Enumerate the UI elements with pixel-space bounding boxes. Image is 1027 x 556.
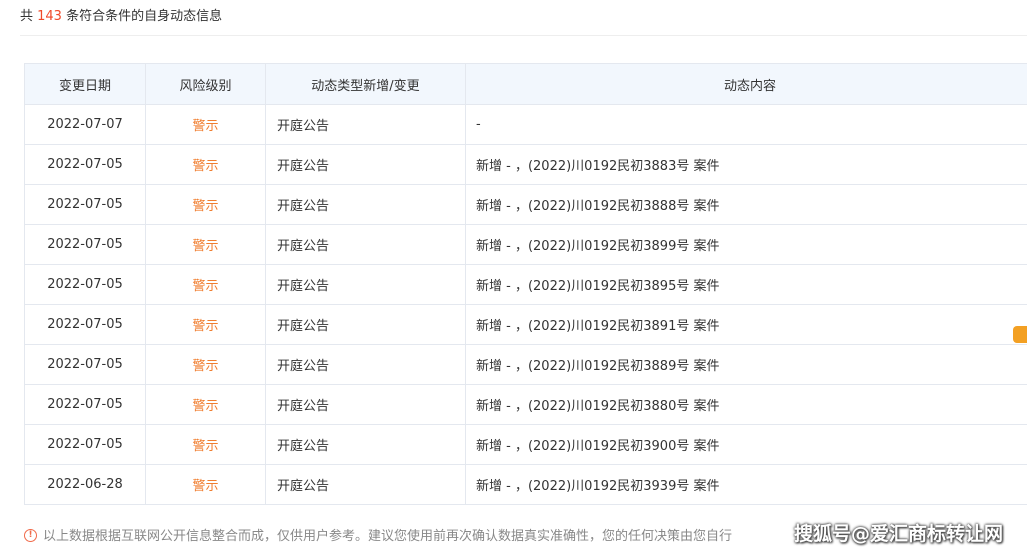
cell-change-date: 2022-07-05 <box>24 224 146 265</box>
header-dynamic-type: 动态类型新增/变更 <box>265 63 466 105</box>
cell-change-date: 2022-07-05 <box>24 304 146 345</box>
cell-change-date: 2022-07-05 <box>24 424 146 465</box>
cell-dynamic-content: 新增 - ，(2022)川0192民初3888号 案件 <box>465 184 1027 225</box>
cell-dynamic-content: 新增 - ，(2022)川0192民初3880号 案件 <box>465 384 1027 425</box>
cell-dynamic-type: 开庭公告 <box>265 224 466 265</box>
summary-suffix: 条符合条件的自身动态信息 <box>61 9 223 24</box>
cell-dynamic-content: 新增 - ，(2022)川0192民初3939号 案件 <box>465 464 1027 505</box>
cell-risk-level: 警示 <box>145 104 266 145</box>
cell-risk-level: 警示 <box>145 264 266 305</box>
header-change-date: 变更日期 <box>24 63 146 105</box>
cell-dynamic-content: 新增 - ，(2022)川0192民初3899号 案件 <box>465 224 1027 265</box>
cell-dynamic-type: 开庭公告 <box>265 344 466 385</box>
cell-dynamic-content: 新增 - ，(2022)川0192民初3895号 案件 <box>465 264 1027 305</box>
cell-dynamic-type: 开庭公告 <box>265 424 466 465</box>
cell-dynamic-content: 新增 - ，(2022)川0192民初3900号 案件 <box>465 424 1027 465</box>
table-header-row: 变更日期 风险级别 动态类型新增/变更 动态内容 <box>24 63 1027 105</box>
warning-circle-icon: ! <box>24 529 37 542</box>
cell-risk-level: 警示 <box>145 464 266 505</box>
table-row: 2022-07-05 警示 开庭公告 新增 - ，(2022)川0192民初3889号… <box>24 344 1027 385</box>
cell-change-date: 2022-07-05 <box>24 144 146 185</box>
side-float-tab[interactable] <box>1013 326 1027 343</box>
watermark: 搜狐号@爱汇商标转让网 <box>793 523 1003 545</box>
cell-dynamic-type: 开庭公告 <box>265 104 466 145</box>
cell-dynamic-type: 开庭公告 <box>265 304 466 345</box>
cell-change-date: 2022-07-05 <box>24 384 146 425</box>
result-summary: 共 143 条符合条件的自身动态信息 <box>20 0 1027 36</box>
table-row: 2022-07-05 警示 开庭公告 新增 - ，(2022)川0192民初3891号… <box>24 304 1027 345</box>
table-row: 2022-07-05 警示 开庭公告 新增 - ，(2022)川0192民初3888号… <box>24 184 1027 225</box>
cell-change-date: 2022-07-05 <box>24 344 146 385</box>
cell-dynamic-type: 开庭公告 <box>265 464 466 505</box>
cell-dynamic-content: 新增 - ，(2022)川0192民初3891号 案件 <box>465 304 1027 345</box>
cell-dynamic-content: - <box>465 104 1027 145</box>
cell-change-date: 2022-07-05 <box>24 184 146 225</box>
cell-dynamic-type: 开庭公告 <box>265 384 466 425</box>
cell-dynamic-type: 开庭公告 <box>265 184 466 225</box>
cell-change-date: 2022-06-28 <box>24 464 146 505</box>
table-row: 2022-06-28 警示 开庭公告 新增 - ，(2022)川0192民初3939号… <box>24 464 1027 505</box>
table-row: 2022-07-05 警示 开庭公告 新增 - ，(2022)川0192民初3880号… <box>24 384 1027 425</box>
table-row: 2022-07-05 警示 开庭公告 新增 - ，(2022)川0192民初3899号… <box>24 224 1027 265</box>
cell-dynamic-content: 新增 - ，(2022)川0192民初3883号 案件 <box>465 144 1027 185</box>
dynamics-table-container: 变更日期 风险级别 动态类型新增/变更 动态内容 2022-07-07 警示 开庭公… <box>24 63 1027 505</box>
header-dynamic-content: 动态内容 <box>465 63 1027 105</box>
cell-change-date: 2022-07-07 <box>24 104 146 145</box>
table-row: 2022-07-05 警示 开庭公告 新增 - ，(2022)川0192民初3895号… <box>24 264 1027 305</box>
cell-dynamic-type: 开庭公告 <box>265 144 466 185</box>
result-count: 143 <box>37 9 62 24</box>
cell-risk-level: 警示 <box>145 384 266 425</box>
cell-risk-level: 警示 <box>145 424 266 465</box>
table-row: 2022-07-05 警示 开庭公告 新增 - ，(2022)川0192民初3900号… <box>24 424 1027 465</box>
cell-risk-level: 警示 <box>145 304 266 345</box>
cell-change-date: 2022-07-05 <box>24 264 146 305</box>
cell-risk-level: 警示 <box>145 144 266 185</box>
cell-dynamic-content: 新增 - ，(2022)川0192民初3889号 案件 <box>465 344 1027 385</box>
cell-risk-level: 警示 <box>145 344 266 385</box>
cell-dynamic-type: 开庭公告 <box>265 264 466 305</box>
cell-risk-level: 警示 <box>145 224 266 265</box>
table-row: 2022-07-07 警示 开庭公告 - <box>24 104 1027 145</box>
header-risk-level: 风险级别 <box>145 63 266 105</box>
dynamics-table: 变更日期 风险级别 动态类型新增/变更 动态内容 2022-07-07 警示 开庭公… <box>24 63 1027 505</box>
disclaimer-text: 以上数据根据互联网公开信息整合而成，仅供用户参考。建议您使用前再次确认数据真实准… <box>43 529 733 544</box>
cell-risk-level: 警示 <box>145 184 266 225</box>
summary-prefix: 共 <box>20 9 38 24</box>
table-row: 2022-07-05 警示 开庭公告 新增 - ，(2022)川0192民初3883号… <box>24 144 1027 185</box>
